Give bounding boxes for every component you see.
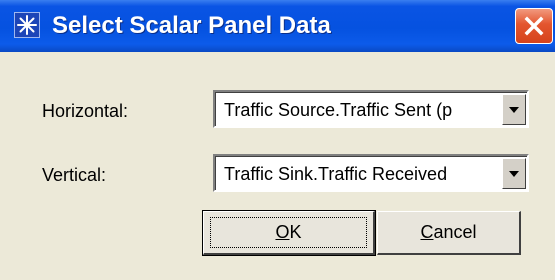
cancel-button[interactable]: Cancel <box>377 211 521 255</box>
cancel-button-mnemonic: C <box>420 222 434 242</box>
vertical-select-value: Traffic Sink.Traffic Received <box>224 164 448 184</box>
chevron-down-icon <box>509 107 519 113</box>
vertical-label: Vertical: <box>42 165 107 185</box>
star-burst-icon <box>14 12 40 38</box>
horizontal-dropdown-button[interactable] <box>502 94 526 125</box>
horizontal-select[interactable]: Traffic Source.Traffic Sent (p <box>213 90 529 128</box>
horizontal-select-value: Traffic Source.Traffic Sent (p <box>224 100 453 120</box>
vertical-select[interactable]: Traffic Sink.Traffic Received <box>213 154 529 192</box>
select-scalar-panel-data-dialog: Select Scalar Panel Data Horizontal: Tra… <box>0 0 555 280</box>
close-button[interactable] <box>515 8 553 44</box>
cancel-button-label: ancel <box>433 222 477 242</box>
vertical-dropdown-button[interactable] <box>502 158 526 189</box>
chevron-down-icon <box>509 171 519 177</box>
ok-button[interactable]: OK <box>202 210 376 256</box>
horizontal-label: Horizontal: <box>42 101 129 121</box>
title-bar[interactable]: Select Scalar Panel Data <box>0 0 555 52</box>
window-title: Select Scalar Panel Data <box>52 12 331 39</box>
close-icon <box>524 16 544 36</box>
